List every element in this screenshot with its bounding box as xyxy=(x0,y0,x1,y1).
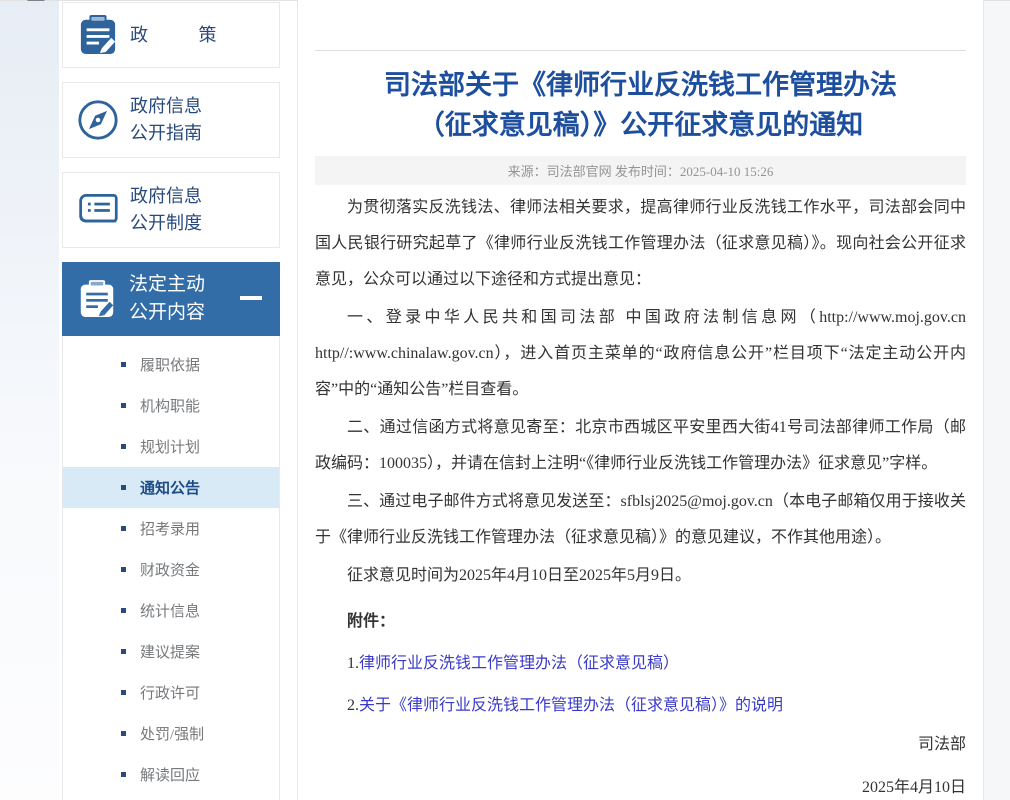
sidebar-section-label: 法定主动 公开内容 xyxy=(129,271,205,327)
paragraph-method-3: 三、通过电子邮件方式将意见发送至：sfblsj2025@moj.gov.cn（本… xyxy=(315,484,966,556)
attachment-1-link[interactable]: 律师行业反洗钱工作管理办法（征求意见稿） xyxy=(359,655,679,672)
sidebar-menu: 履职依据 机构职能 规划计划 通知公告 招考录用 财政资金 xyxy=(62,336,280,800)
sidebar-item-statistics[interactable]: 统计信息 xyxy=(63,590,279,631)
paragraph-intro: 为贯彻落实反洗钱法、律师法相关要求，提高律师行业反洗钱工作水平，司法部会同中国人… xyxy=(315,190,966,298)
sidebar-item-penalties[interactable]: 处罚/强制 xyxy=(63,713,279,754)
bullet-icon xyxy=(121,649,126,654)
right-background-strip xyxy=(984,1,1010,800)
minus-icon[interactable] xyxy=(240,296,262,300)
sidebar-card-policy[interactable]: 政 策 xyxy=(62,2,280,68)
sidebar-card-disclosure-system[interactable]: 政府信息 公开制度 xyxy=(62,172,280,248)
sidebar-item-planning[interactable]: 规划计划 xyxy=(63,426,279,467)
bullet-icon xyxy=(121,731,126,736)
sidebar-item-fiscal-funds[interactable]: 财政资金 xyxy=(63,549,279,590)
signature-date: 2025年4月10日 xyxy=(315,770,966,800)
sidebar-card-policy-label: 政 策 xyxy=(130,22,218,49)
article-top-divider xyxy=(315,50,966,51)
sidebar-item-proposals[interactable]: 建议提案 xyxy=(63,631,279,672)
bullet-icon xyxy=(121,567,126,572)
sidebar-card-disclosure-guide[interactable]: 政府信息 公开指南 xyxy=(62,82,280,158)
sidebar-item-performance-basis[interactable]: 履职依据 xyxy=(63,344,279,385)
page: 政 策 政府信息 公开指南 xyxy=(0,0,1010,800)
page-title: 司法部关于《律师行业反洗钱工作管理办法 （征求意见稿）》公开征求意见的通知 xyxy=(315,65,966,145)
attachment-2-link[interactable]: 关于《律师行业反洗钱工作管理办法（征求意见稿）》的说明 xyxy=(359,697,783,714)
paragraph-method-1: 一、登录中华人民共和国司法部 中国政府法制信息网（http://www.moj.… xyxy=(315,300,966,408)
bullet-icon xyxy=(121,526,126,531)
sidebar-item-notices[interactable]: 通知公告 xyxy=(63,467,279,508)
sidebar-item-recruitment[interactable]: 招考录用 xyxy=(63,508,279,549)
bullet-icon xyxy=(121,690,126,695)
left-background-strip xyxy=(0,1,59,800)
sidebar-section-active-disclosure[interactable]: 法定主动 公开内容 xyxy=(62,262,280,336)
book-icon xyxy=(77,190,119,230)
bullet-icon xyxy=(121,772,126,777)
bullet-icon xyxy=(121,403,126,408)
sidebar-item-org-functions[interactable]: 机构职能 xyxy=(63,385,279,426)
attachment-item-1: 1.律师行业反洗钱工作管理办法（征求意见稿） xyxy=(315,646,966,682)
sidebar-card-disclosure-guide-label: 政府信息 公开指南 xyxy=(130,93,202,147)
bullet-icon xyxy=(121,485,126,490)
bullet-icon xyxy=(121,362,126,367)
signature: 司法部 xyxy=(315,727,966,763)
article-panel: 司法部关于《律师行业反洗钱工作管理办法 （征求意见稿）》公开征求意见的通知 来源… xyxy=(297,0,984,800)
bullet-icon xyxy=(121,444,126,449)
attachment-item-2: 2.关于《律师行业反洗钱工作管理办法（征求意见稿）》的说明 xyxy=(315,688,966,724)
attachments-label: 附件： xyxy=(315,604,966,640)
article-meta: 来源：司法部官网 发布时间：2025-04-10 15:26 xyxy=(315,156,966,185)
clipboard-icon xyxy=(77,14,119,56)
sidebar-item-interpretation[interactable]: 解读回应 xyxy=(63,754,279,795)
bullet-icon xyxy=(121,608,126,613)
sidebar-card-disclosure-system-label: 政府信息 公开制度 xyxy=(130,183,202,237)
compass-icon xyxy=(77,98,119,142)
paragraph-deadline: 征求意见时间为2025年4月10日至2025年5月9日。 xyxy=(315,558,966,594)
clipboard-white-icon xyxy=(76,279,118,319)
sidebar: 政 策 政府信息 公开指南 xyxy=(62,2,280,800)
article-body: 为贯彻落实反洗钱法、律师法相关要求，提高律师行业反洗钱工作水平，司法部会同中国人… xyxy=(315,185,966,800)
paragraph-method-2: 二、通过信函方式将意见寄至：北京市西城区平安里西大街41号司法部律师工作局（邮政… xyxy=(315,410,966,482)
sidebar-item-admin-licensing[interactable]: 行政许可 xyxy=(63,672,279,713)
